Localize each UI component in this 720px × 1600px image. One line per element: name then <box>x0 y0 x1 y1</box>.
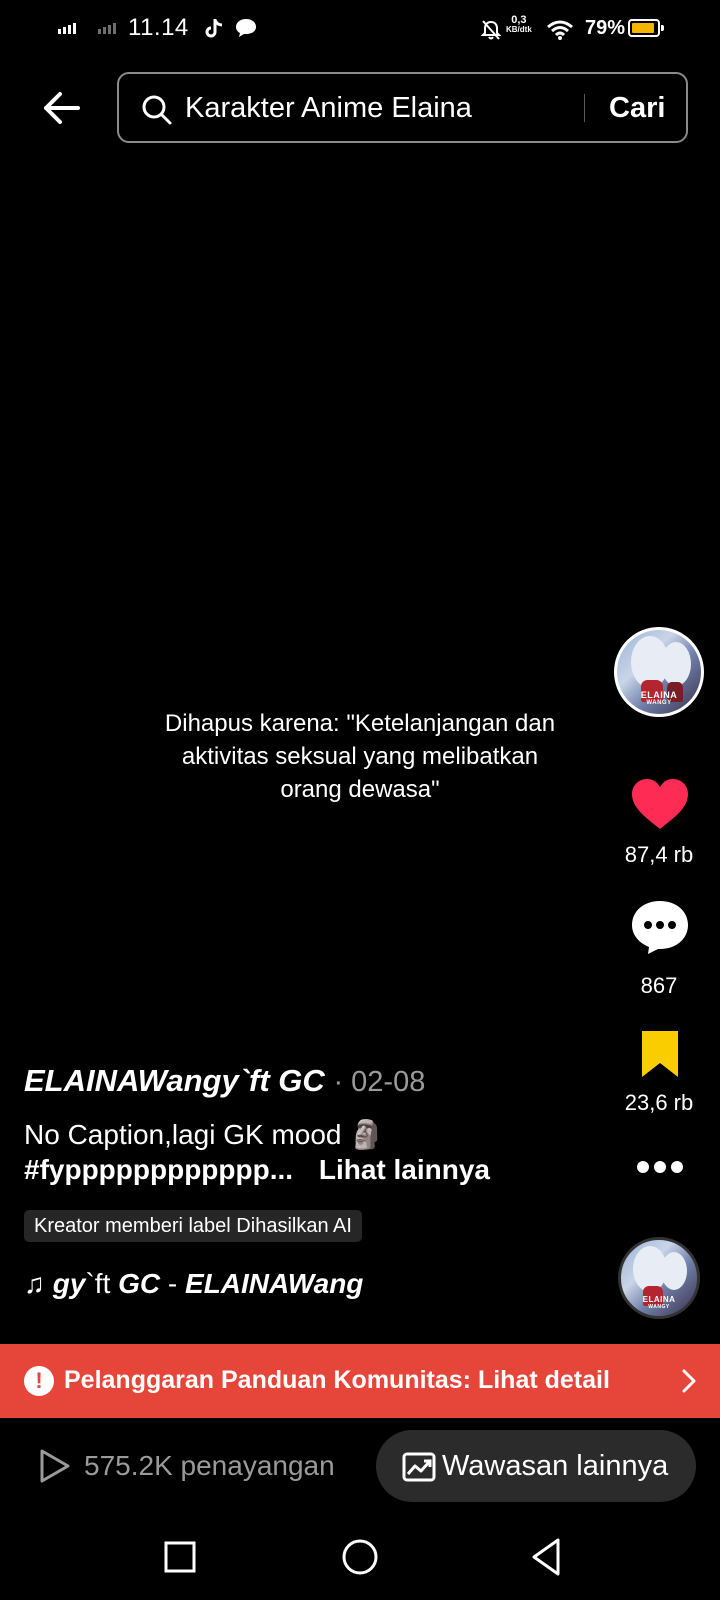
post-date: · 02-08 <box>333 1066 426 1098</box>
caption-line-hashtags: #fypppppppppppp... Lihat lainnya <box>24 1154 490 1186</box>
search-icon <box>142 95 172 125</box>
recent-apps-button[interactable] <box>155 1532 205 1582</box>
search-input[interactable]: Karakter Anime Elaina <box>185 92 472 125</box>
search-box[interactable]: Karakter Anime Elaina Cari <box>117 72 688 143</box>
ai-generated-label: Kreator memberi label Dihasilkan AI <box>24 1210 362 1242</box>
status-bar: 11.14 0,3 KB/dtk 79% <box>0 0 720 58</box>
like-count: 87,4 rb <box>624 842 694 867</box>
battery-icon <box>628 19 664 37</box>
signal-icon <box>58 22 76 34</box>
chevron-right-icon <box>682 1369 696 1393</box>
creator-avatar[interactable]: ELAINA WANGY <box>614 627 704 717</box>
signal-secondary-icon <box>98 22 116 34</box>
tiktok-icon <box>205 19 223 38</box>
removed-notice: Dihapus karena: "Ketelanjangan dan aktiv… <box>164 710 556 803</box>
search-submit-button[interactable]: Cari <box>609 92 665 125</box>
music-title-part: GC <box>118 1268 161 1299</box>
more-options-icon[interactable] <box>636 1160 684 1174</box>
violation-banner[interactable]: ! Pelanggaran Panduan Komunitas: Lihat d… <box>0 1344 720 1418</box>
chat-bubble-icon <box>236 19 256 37</box>
status-time: 11.14 <box>128 14 189 41</box>
mute-bell-icon <box>481 20 501 40</box>
music-note-icon: ♫ <box>24 1268 45 1299</box>
music-artist: ELAINAWang <box>185 1268 364 1299</box>
author-line: ELAINAWangy`ft GC · 02-08 <box>24 1063 425 1099</box>
home-button[interactable] <box>335 1532 385 1582</box>
analytics-icon <box>402 1452 436 1482</box>
like-icon[interactable] <box>630 777 690 831</box>
comment-count: 867 <box>640 973 678 998</box>
caption-text: No Caption,lagi GK mood 🗿 <box>24 1119 385 1150</box>
music-title-part: - <box>160 1268 186 1299</box>
more-insights-button[interactable]: Wawasan lainnya <box>376 1430 696 1502</box>
back-nav-button[interactable] <box>522 1532 572 1582</box>
more-insights-label: Wawasan lainnya <box>442 1450 669 1482</box>
comment-icon[interactable] <box>630 899 690 955</box>
bookmark-icon[interactable] <box>638 1029 682 1079</box>
net-speed: 0,3 KB/dtk <box>506 14 532 35</box>
music-title-part: `ft <box>85 1268 119 1299</box>
alert-icon: ! <box>24 1366 54 1396</box>
battery-percent: 79% <box>585 17 626 39</box>
back-button[interactable] <box>38 84 86 132</box>
music-track[interactable]: ♫ gy`ft GC - ELAINAWang <box>24 1268 386 1300</box>
play-icon <box>40 1449 70 1483</box>
see-more-button[interactable]: Lihat lainnya <box>319 1154 490 1185</box>
music-title-part: gy <box>52 1268 86 1299</box>
search-divider <box>584 94 585 122</box>
violation-text: Pelanggaran Panduan Komunitas: Lihat det… <box>64 1366 610 1394</box>
save-count: 23,6 rb <box>624 1090 694 1115</box>
view-count: 575.2K penayangan <box>84 1450 335 1481</box>
wifi-icon <box>547 20 573 40</box>
author-name[interactable]: ELAINAWangy`ft GC <box>24 1063 325 1098</box>
hashtag-link[interactable]: #fypppppppppppp... <box>24 1154 293 1185</box>
music-disc[interactable]: ELAINA WANGY <box>618 1237 700 1319</box>
